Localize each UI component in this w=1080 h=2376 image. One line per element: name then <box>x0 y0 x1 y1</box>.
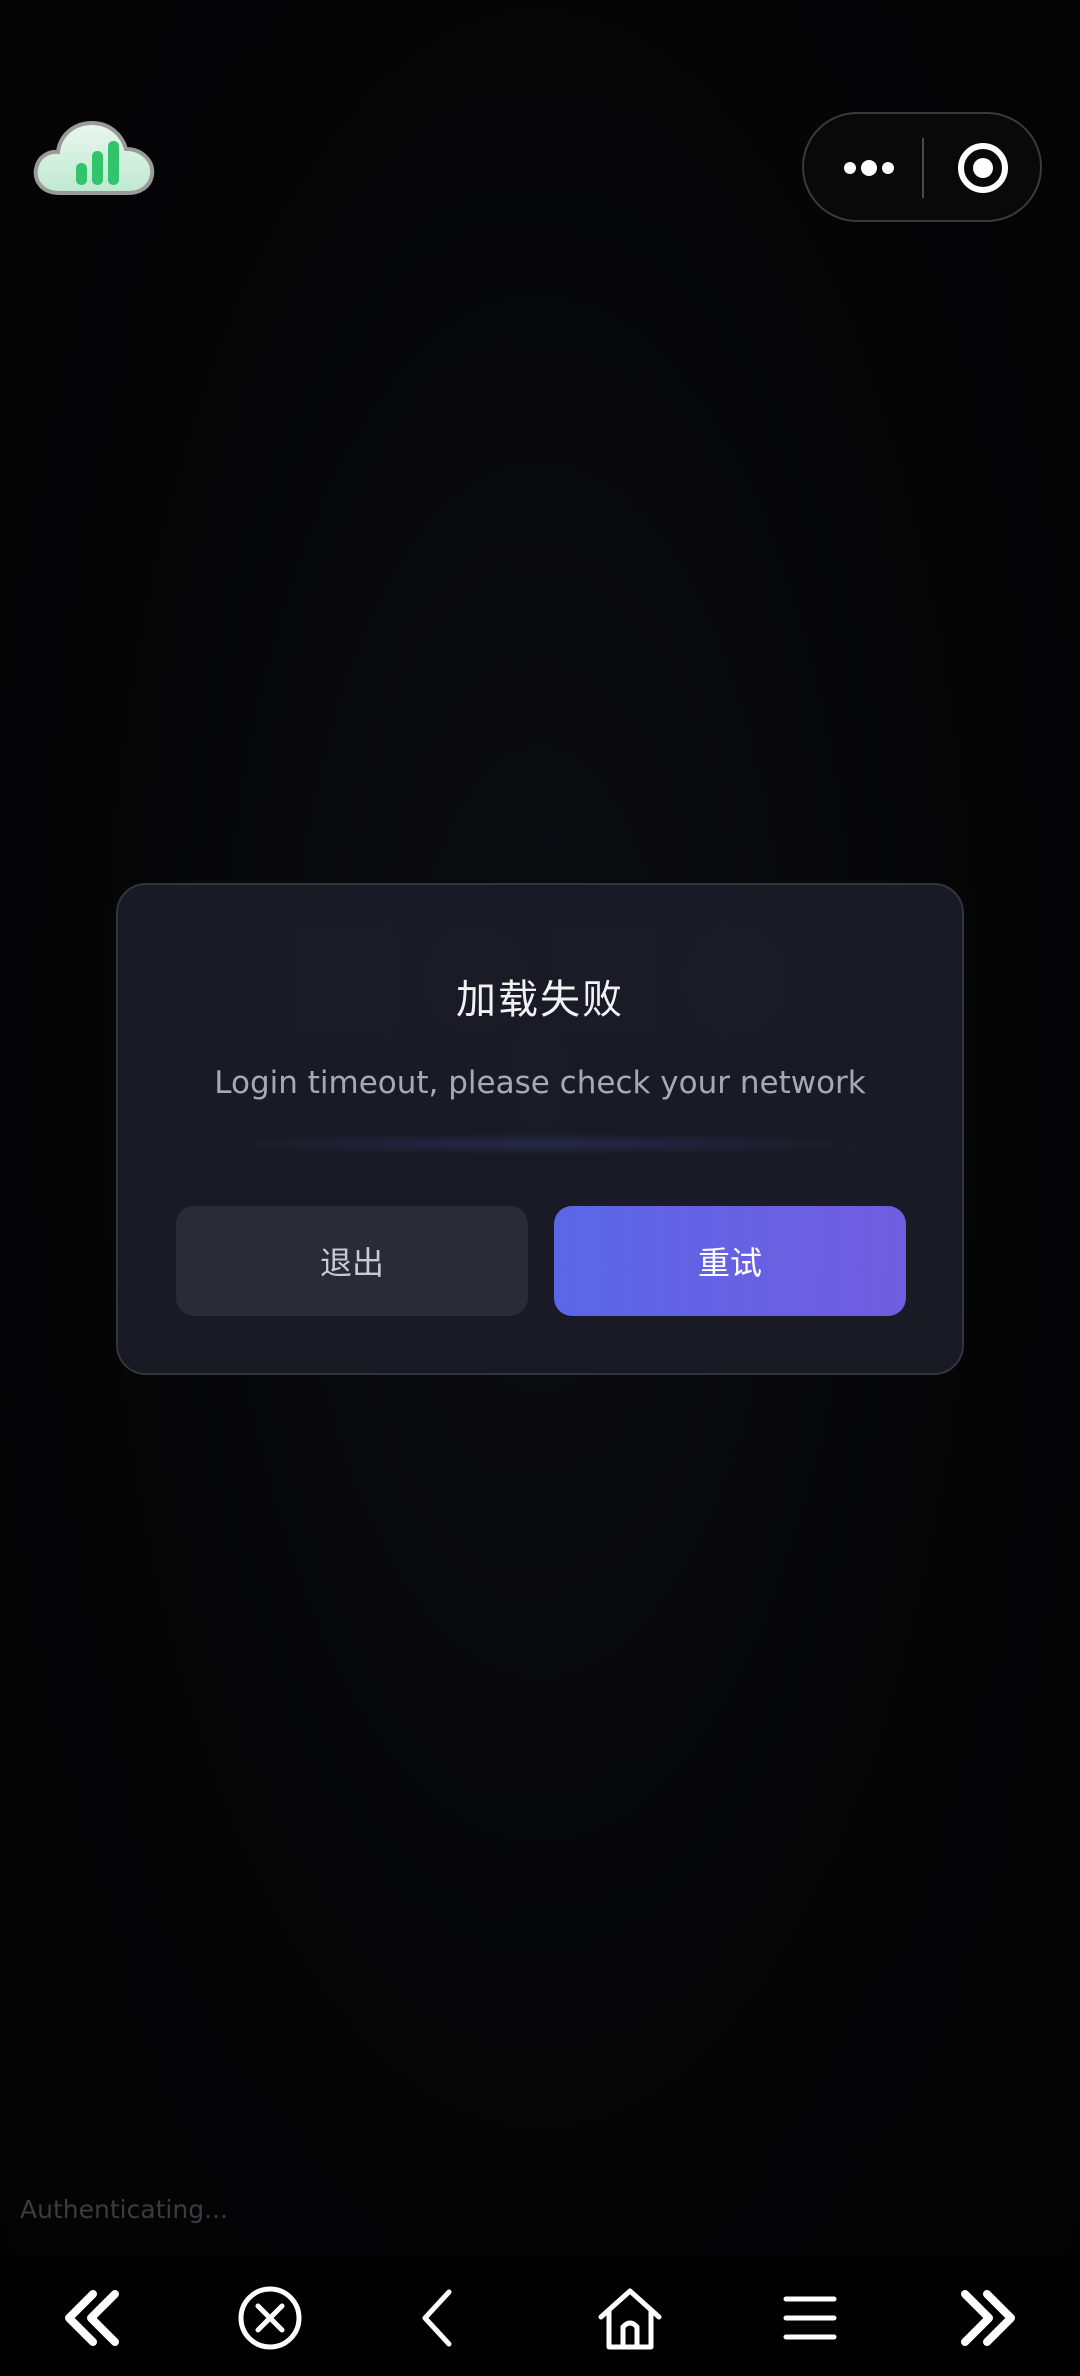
close-circle-icon[interactable] <box>230 2280 310 2356</box>
bottom-nav-bar <box>0 2256 1080 2376</box>
capsule-divider <box>922 138 924 198</box>
screen: 加载失败 Login timeout, please check your ne… <box>0 0 1080 2376</box>
retry-button[interactable]: 重试 <box>554 1206 906 1316</box>
retry-button-label: 重试 <box>697 1244 762 1282</box>
capsule-menu <box>802 112 1042 222</box>
dialog-divider-glow <box>208 1133 876 1155</box>
target-close-icon[interactable] <box>938 134 1028 202</box>
more-dots-icon[interactable] <box>824 134 914 202</box>
home-icon[interactable] <box>590 2280 670 2356</box>
double-chevron-left-icon[interactable] <box>50 2280 130 2356</box>
double-chevron-right-icon[interactable] <box>950 2280 1030 2356</box>
exit-button[interactable]: 退出 <box>176 1206 528 1316</box>
status-text: Authenticating... <box>20 2195 228 2224</box>
app-logo-icon <box>30 105 160 201</box>
dialog-message: Login timeout, please check your network <box>214 1065 866 1101</box>
exit-button-label: 退出 <box>319 1244 384 1282</box>
chevron-left-icon[interactable] <box>398 2280 478 2356</box>
menu-icon[interactable] <box>770 2280 850 2356</box>
error-dialog: 加载失败 Login timeout, please check your ne… <box>116 883 964 1375</box>
dialog-title: 加载失败 <box>456 977 624 1023</box>
